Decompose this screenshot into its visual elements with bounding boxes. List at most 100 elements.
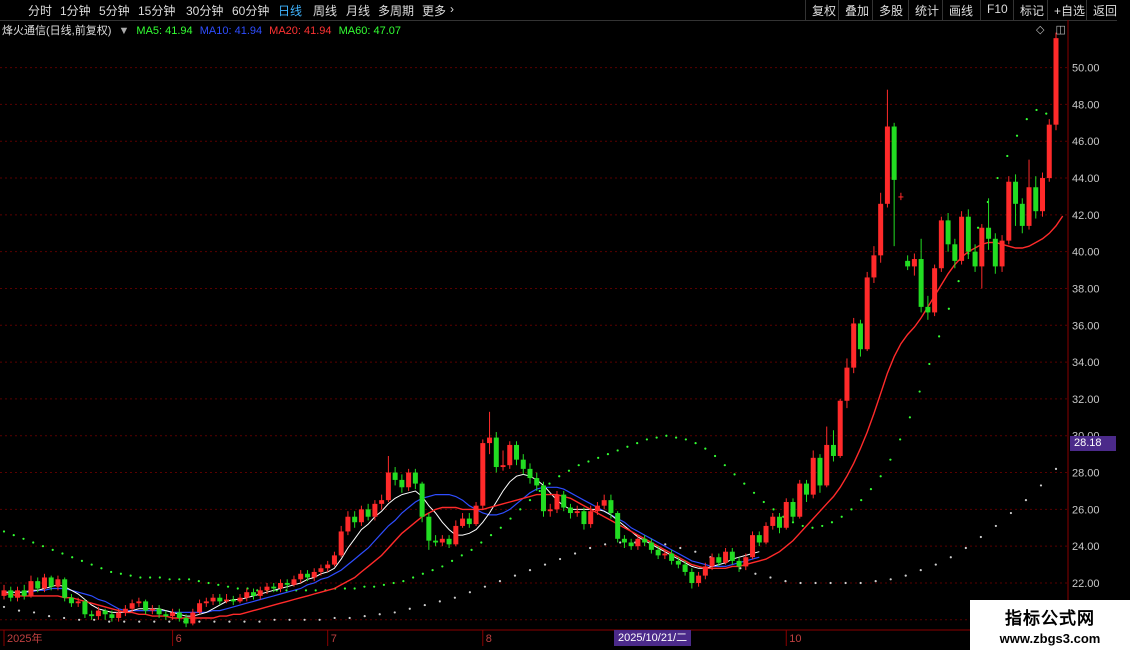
candle-body <box>837 400 843 456</box>
candle-body <box>918 259 924 307</box>
candle-body <box>406 472 412 488</box>
ma60-dot <box>606 453 610 456</box>
ma60-dot <box>431 569 434 572</box>
long-ma-dot <box>859 581 862 585</box>
candle-body <box>325 564 331 569</box>
right-side-panel <box>1117 20 1130 630</box>
candle-body <box>203 601 209 604</box>
long-ma-dot <box>288 618 291 621</box>
long-ma-dot <box>769 576 772 579</box>
ma60-dot <box>100 567 103 570</box>
ma60-dot <box>889 458 892 461</box>
candle-body <box>891 126 897 180</box>
candle-body <box>399 479 405 488</box>
candle-body <box>338 531 344 556</box>
ma60-dot <box>772 508 775 511</box>
long-ma-dot <box>784 580 787 583</box>
candle-body <box>41 577 47 589</box>
ma60-dot <box>402 580 405 583</box>
candle-body <box>149 608 155 611</box>
candle-body <box>797 483 803 517</box>
ma60-dot <box>489 534 493 537</box>
ma60-dot <box>723 464 726 467</box>
y-tick-label: 46.00 <box>1072 136 1100 148</box>
candle-body <box>176 612 182 618</box>
candle-body <box>170 612 176 617</box>
candle-body <box>662 553 668 556</box>
candle-body <box>783 501 789 528</box>
long-ma-dot <box>513 574 517 577</box>
ma60-dot <box>392 581 395 585</box>
long-ma-dot <box>138 620 141 623</box>
y-tick-label: 50.00 <box>1072 63 1100 75</box>
ma60-dot <box>684 438 687 441</box>
ma60-dot <box>1025 118 1028 121</box>
ma60-dot <box>139 576 142 579</box>
candle-body <box>28 581 34 596</box>
candle-body <box>1053 38 1059 125</box>
ma60-dot <box>976 226 980 229</box>
candle-body <box>21 590 27 596</box>
watermark-url: www.zbgs3.com <box>999 631 1101 646</box>
candle-body <box>271 586 277 589</box>
ma60-dot <box>480 541 483 544</box>
candle-body <box>217 597 223 602</box>
ma60-dot <box>226 585 230 588</box>
long-ma-dot <box>528 569 532 572</box>
candle-body <box>675 560 681 565</box>
candle-body <box>648 542 654 550</box>
candle-body <box>507 444 513 466</box>
y-tick-label: 34.00 <box>1072 357 1100 369</box>
long-ma-dot <box>679 546 682 550</box>
long-ma-dot <box>498 580 502 583</box>
candle-body <box>331 555 337 565</box>
ma60-dot <box>412 576 415 579</box>
candle-body <box>1013 181 1019 204</box>
candle-body <box>628 542 634 547</box>
candle-body <box>224 599 230 602</box>
ma60-dot <box>743 482 746 485</box>
long-ma-dot <box>393 611 396 614</box>
ma60-dot <box>918 390 921 393</box>
candle-body <box>959 216 965 261</box>
ma60-dot <box>363 585 366 588</box>
ma60-dot <box>158 576 161 579</box>
ma60-dot <box>519 508 522 511</box>
candle-body <box>1033 187 1039 212</box>
long-ma-dot <box>423 603 426 607</box>
ma60-dot <box>12 534 15 537</box>
ma60-dot <box>879 475 882 478</box>
ma60-dot <box>830 521 834 524</box>
candle-body <box>588 511 594 525</box>
ma60-dot <box>626 445 629 448</box>
long-ma-dot <box>213 620 216 623</box>
ma60-dot <box>353 587 356 590</box>
candle-body <box>48 577 54 587</box>
long-ma-dot <box>829 581 832 585</box>
ma60-dot <box>470 548 473 551</box>
y-tick-label: 42.00 <box>1072 210 1100 222</box>
candle-body <box>1006 181 1012 241</box>
candle-body <box>419 483 425 517</box>
ma60-dot <box>1015 134 1019 137</box>
long-ma-dot <box>874 580 877 583</box>
ma60-dot <box>1006 154 1009 158</box>
candle-body <box>365 509 371 517</box>
candle-body <box>62 579 68 598</box>
ma60-dot <box>1045 112 1048 115</box>
candlestick-chart[interactable]: 20.0022.0024.0026.0028.0030.0032.0034.00… <box>0 0 1130 650</box>
ma60-dot <box>32 541 35 544</box>
candle-body <box>372 503 378 517</box>
ma60-dot <box>538 489 541 493</box>
long-ma-dot <box>949 556 952 559</box>
candle-body <box>264 586 270 591</box>
candle-body <box>905 260 911 267</box>
candle-body <box>621 538 627 543</box>
long-ma-dot <box>17 609 21 612</box>
candle-body <box>810 457 816 495</box>
ma60-dot <box>577 464 580 467</box>
y-tick-label: 28.00 <box>1072 468 1100 480</box>
x-tick-label: 8 <box>486 633 492 645</box>
candle-body <box>453 525 459 545</box>
candle-body <box>35 581 41 589</box>
